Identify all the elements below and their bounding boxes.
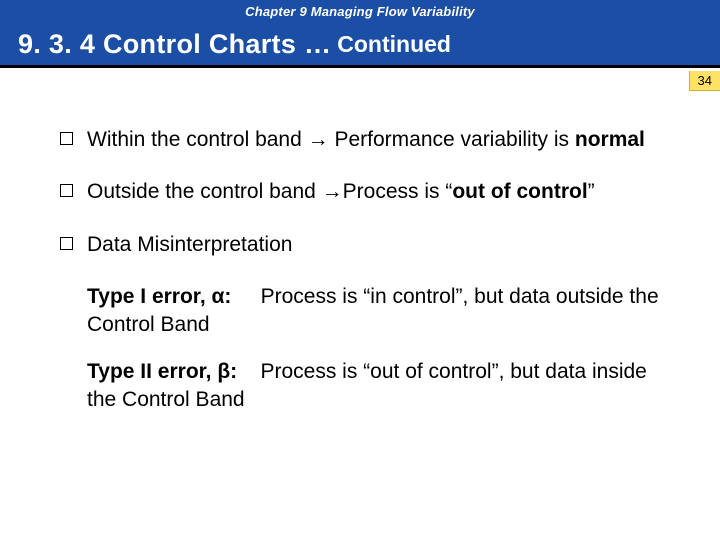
text-fragment: ” bbox=[588, 180, 595, 203]
error-type-block: Type II error, β: Process is “out of con… bbox=[87, 358, 669, 415]
arrow-icon: → bbox=[308, 128, 329, 151]
text-bold: normal bbox=[575, 128, 645, 151]
checkbox-icon bbox=[60, 237, 73, 250]
text-bold: out of control bbox=[452, 180, 587, 203]
title-main: 9. 3. 4 Control Charts … bbox=[18, 29, 331, 60]
page-number: 34 bbox=[689, 71, 720, 91]
type2-label: Type II error, β: bbox=[87, 360, 237, 383]
error-type-block: Type I error, α: Process is “in control”… bbox=[87, 283, 669, 340]
bullet-item: Within the control band → Performance va… bbox=[60, 126, 690, 154]
type1-label: Type I error, α: bbox=[87, 285, 231, 308]
bullet-text: Data Misinterpretation bbox=[87, 231, 690, 259]
title-bar: 9. 3. 4 Control Charts … Continued bbox=[0, 24, 720, 68]
checkbox-icon bbox=[60, 132, 73, 145]
text-fragment: Performance variability is bbox=[329, 128, 575, 151]
bullet-text: Within the control band → Performance va… bbox=[87, 126, 690, 154]
title-sub: Continued bbox=[337, 31, 451, 58]
text-fragment: Within the control band bbox=[87, 128, 308, 151]
slide: Chapter 9 Managing Flow Variability 9. 3… bbox=[0, 0, 720, 540]
content-area: Within the control band → Performance va… bbox=[0, 68, 720, 414]
chapter-banner: Chapter 9 Managing Flow Variability bbox=[0, 0, 720, 24]
arrow-icon: → bbox=[322, 180, 343, 203]
checkbox-icon bbox=[60, 184, 73, 197]
bullet-item: Outside the control band →Process is “ou… bbox=[60, 178, 690, 206]
text-fragment: Outside the control band bbox=[87, 180, 322, 203]
text-fragment: Process is bbox=[343, 180, 446, 203]
bullet-item: Data Misinterpretation bbox=[60, 231, 690, 259]
bullet-text: Outside the control band →Process is “ou… bbox=[87, 178, 690, 206]
